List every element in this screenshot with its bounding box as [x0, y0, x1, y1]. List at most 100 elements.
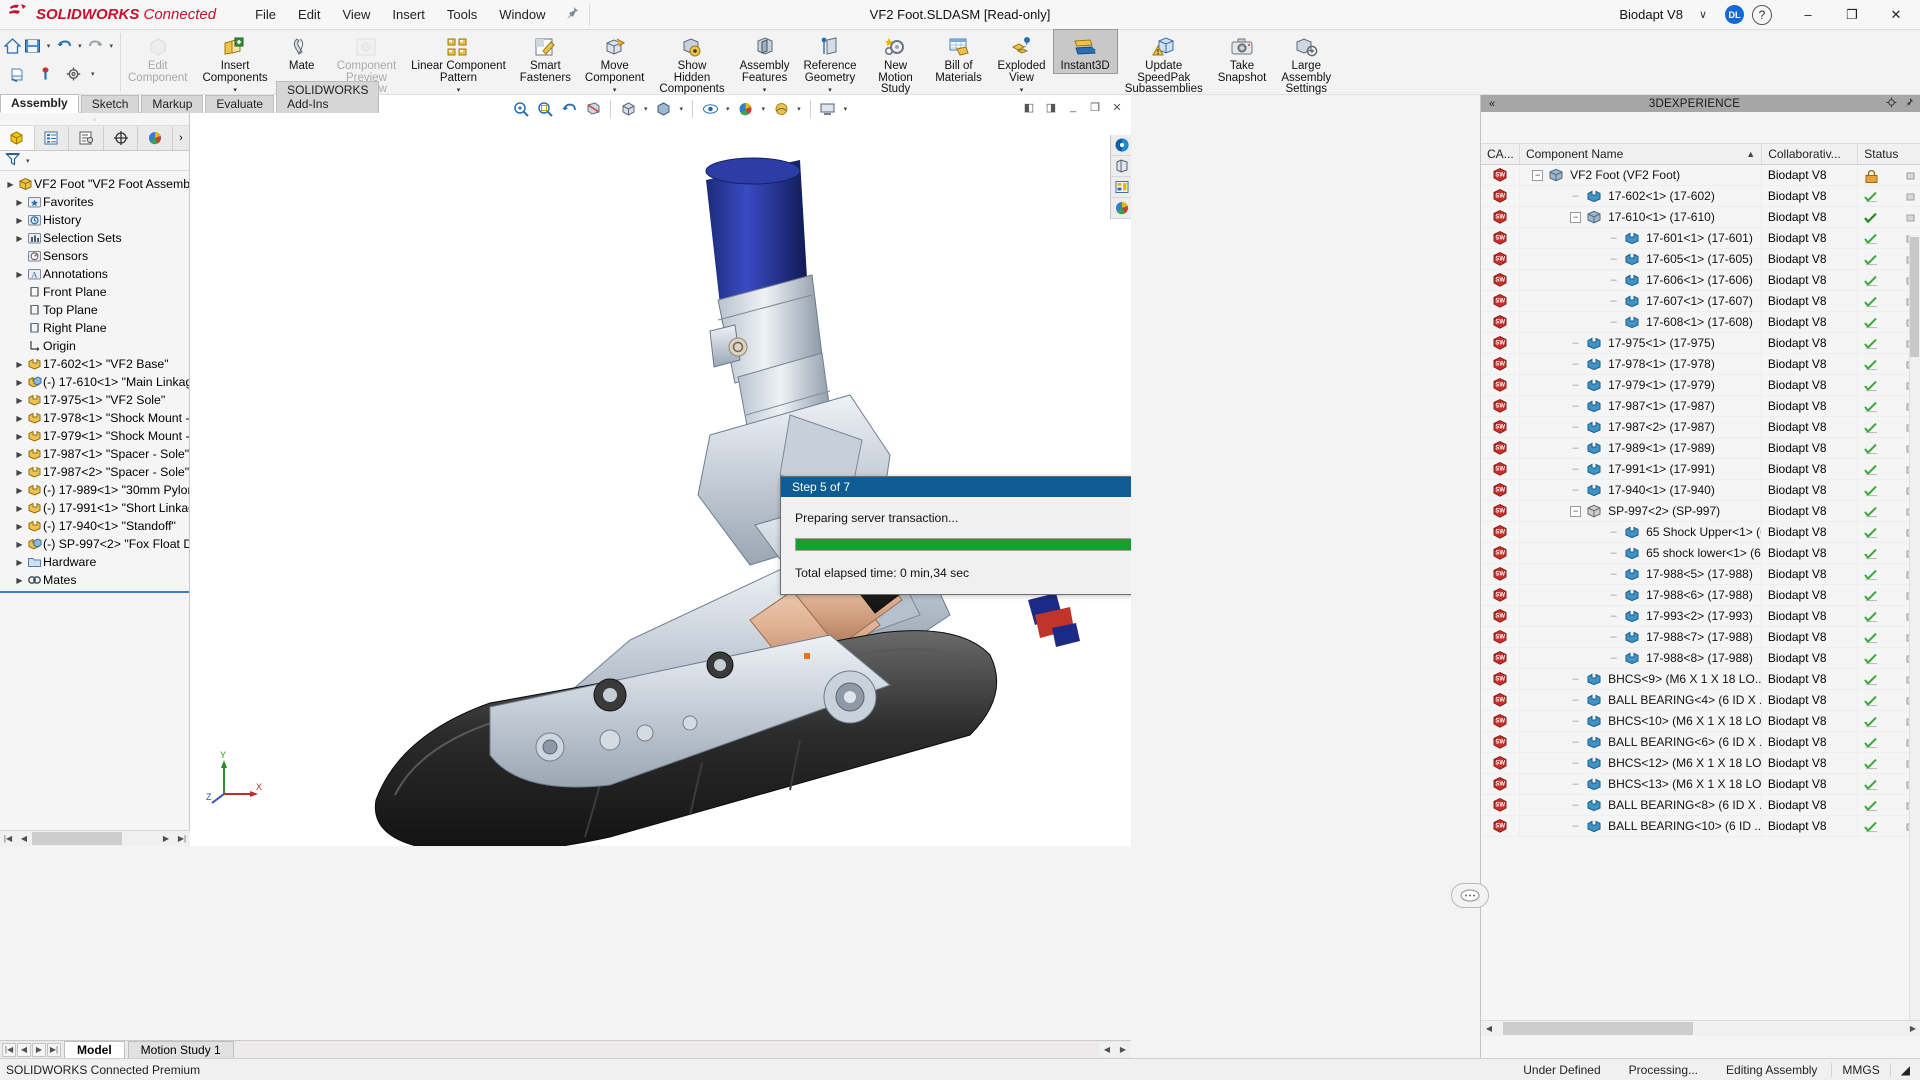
ribbon-button-reference-geometry[interactable]: Reference Geometry▾: [796, 30, 863, 97]
feature-tree-item[interactable]: ▶17-979<1> "Shock Mount - Lower: [2, 427, 189, 445]
ribbon-button-move-component[interactable]: Move Component▾: [578, 30, 651, 97]
tree-expand-icon[interactable]: ▶: [13, 234, 26, 243]
tree-expand-icon[interactable]: ▶: [13, 504, 26, 513]
scene-icon[interactable]: [770, 98, 792, 120]
ribbon-button-take-snapshot[interactable]: Take Snapshot: [1211, 30, 1274, 84]
menu-insert[interactable]: Insert: [381, 3, 436, 26]
section-view-icon[interactable]: [582, 98, 604, 120]
tree-expand-icon[interactable]: ▶: [13, 432, 26, 441]
scroll-last-icon[interactable]: ▶|: [174, 831, 190, 846]
appearances-caret-icon[interactable]: ▾: [759, 105, 769, 113]
component-name-cell[interactable]: −SP-997<2> (SP-997): [1520, 501, 1762, 522]
component-name-cell[interactable]: –17-940<1> (17-940): [1520, 480, 1762, 501]
column-header-collaborative-space[interactable]: Collaborativ...: [1762, 144, 1858, 165]
component-table-row[interactable]: SW–17-601<1> (17-601)Biodapt V8: [1481, 228, 1920, 249]
ribbon-button-large-assembly-settings[interactable]: Large Assembly Settings: [1274, 30, 1338, 96]
component-table-row[interactable]: SW–17-979<1> (17-979)Biodapt V8: [1481, 375, 1920, 396]
dimxpert-manager-tab[interactable]: [104, 126, 139, 150]
pin-icon[interactable]: [565, 6, 579, 23]
component-table-row[interactable]: SW–BALL BEARING<10> (6 ID ...Biodapt V8: [1481, 816, 1920, 837]
undo-dropdown-caret[interactable]: ▾: [75, 42, 85, 50]
panel-scroll-left-icon[interactable]: ◀: [1481, 1021, 1497, 1036]
tree-expand-icon[interactable]: ▶: [13, 396, 26, 405]
undo-icon[interactable]: [55, 34, 73, 58]
feature-tree-item[interactable]: ▶17-987<1> "Spacer - Sole": [2, 445, 189, 463]
appearances-pane-icon[interactable]: [1111, 198, 1131, 219]
feature-tree-item[interactable]: ▶Top Plane: [2, 301, 189, 319]
component-name-cell[interactable]: –17-605<1> (17-605): [1520, 249, 1762, 270]
component-table-row[interactable]: SW–17-988<5> (17-988)Biodapt V8: [1481, 564, 1920, 585]
document-close-icon[interactable]: ✕: [1107, 97, 1127, 117]
ribbon-button-bill-of-materials[interactable]: Bill of Materials: [928, 30, 990, 84]
component-name-cell[interactable]: –17-988<6> (17-988): [1520, 585, 1762, 606]
tree-expand-icon[interactable]: ▶: [13, 216, 26, 225]
tree-expand-icon[interactable]: ▶: [13, 540, 26, 549]
row-expand-icon[interactable]: −: [1532, 170, 1543, 181]
component-table-row[interactable]: SW–BALL BEARING<4> (6 ID X ...Biodapt V8: [1481, 690, 1920, 711]
row-expand-icon[interactable]: −: [1570, 506, 1581, 517]
component-name-cell[interactable]: –BHCS<9> (M6 X 1 X 18 LO...: [1520, 669, 1762, 690]
options-icon[interactable]: [60, 62, 86, 86]
filter-caret-icon[interactable]: ▾: [23, 157, 33, 165]
zoom-to-area-icon[interactable]: [534, 98, 556, 120]
component-table-row[interactable]: SW–BHCS<9> (M6 X 1 X 18 LO...Biodapt V8: [1481, 669, 1920, 690]
home-icon[interactable]: [4, 34, 22, 58]
component-table-row[interactable]: SW–17-978<1> (17-978)Biodapt V8: [1481, 354, 1920, 375]
assembly-3d-model[interactable]: [190, 95, 1131, 846]
display-style-icon[interactable]: [653, 98, 675, 120]
3dexperience-icon[interactable]: [1111, 135, 1131, 156]
scroll-right-icon[interactable]: ▶: [158, 831, 174, 846]
component-table-row[interactable]: SW−17-610<1> (17-610)Biodapt V8: [1481, 207, 1920, 228]
ribbon-button-show-hidden-components[interactable]: Show Hidden Components: [652, 30, 731, 96]
component-name-cell[interactable]: –17-988<5> (17-988): [1520, 564, 1762, 585]
feature-tree-item[interactable]: ▶(-) 17-610<1> "Main Linkage Asse: [2, 373, 189, 391]
menu-window[interactable]: Window: [488, 3, 556, 26]
menu-file[interactable]: File: [244, 3, 287, 26]
column-header-component-name[interactable]: Component Name ▲: [1520, 144, 1762, 165]
prev-tab-icon[interactable]: ◀: [17, 1043, 31, 1057]
previous-view-icon[interactable]: [558, 98, 580, 120]
component-table-row[interactable]: SW–17-608<1> (17-608)Biodapt V8: [1481, 312, 1920, 333]
restore-down-right-icon[interactable]: ◨: [1041, 97, 1061, 117]
next-tab-icon[interactable]: ▶: [32, 1043, 46, 1057]
component-name-cell[interactable]: –17-989<1> (17-989): [1520, 438, 1762, 459]
property-manager-tab[interactable]: [35, 126, 70, 150]
view-settings-caret-icon[interactable]: ▾: [841, 105, 851, 113]
component-table-row[interactable]: SW–17-605<1> (17-605)Biodapt V8: [1481, 249, 1920, 270]
component-table-row[interactable]: SW–17-975<1> (17-975)Biodapt V8: [1481, 333, 1920, 354]
print-icon[interactable]: [4, 62, 30, 86]
feature-tree-item[interactable]: ▶(-) 17-940<1> "Standoff": [2, 517, 189, 535]
minimize-button[interactable]: –: [1786, 0, 1830, 29]
pin-panel-icon[interactable]: [1903, 97, 1914, 111]
component-name-cell[interactable]: –17-608<1> (17-608): [1520, 312, 1762, 333]
tree-expand-icon[interactable]: ▶: [13, 270, 26, 279]
configuration-manager-tab[interactable]: [69, 126, 104, 150]
last-tab-icon[interactable]: ▶|: [47, 1043, 61, 1057]
scene-caret-icon[interactable]: ▾: [794, 105, 804, 113]
component-name-cell[interactable]: –17-991<1> (17-991): [1520, 459, 1762, 480]
settings-gear-icon[interactable]: [1886, 97, 1897, 111]
feature-tree-item[interactable]: ▶Sensors: [2, 247, 189, 265]
panel-hscrollbar[interactable]: ◀ ▶: [1481, 1020, 1920, 1036]
component-name-cell[interactable]: –BALL BEARING<6> (6 ID X ...: [1520, 732, 1762, 753]
panel-splitter-handle[interactable]: ◦: [0, 113, 189, 126]
redo-dropdown-caret[interactable]: ▾: [106, 42, 116, 50]
document-tab-scrollbar[interactable]: ◀ ▶: [1099, 1041, 1131, 1059]
tab-assembly[interactable]: Assembly: [0, 94, 79, 113]
tabbar-scroll-left-icon[interactable]: ◀: [1099, 1042, 1115, 1057]
3dexperience-panel-toolbar[interactable]: [1481, 112, 1920, 144]
component-name-cell[interactable]: –17-978<1> (17-978): [1520, 354, 1762, 375]
component-name-cell[interactable]: –17-987<2> (17-987): [1520, 417, 1762, 438]
row-expand-icon[interactable]: −: [1570, 212, 1581, 223]
tree-expand-icon[interactable]: ▶: [13, 450, 26, 459]
tab-model[interactable]: Model: [64, 1041, 125, 1058]
menu-tools[interactable]: Tools: [436, 3, 488, 26]
component-table-row[interactable]: SW–17-987<1> (17-987)Biodapt V8: [1481, 396, 1920, 417]
component-name-cell[interactable]: –17-993<2> (17-993): [1520, 606, 1762, 627]
component-table-row[interactable]: SW–17-989<1> (17-989)Biodapt V8: [1481, 438, 1920, 459]
feature-tree-item[interactable]: ▶Origin: [2, 337, 189, 355]
feature-tree-item[interactable]: ▶Front Plane: [2, 283, 189, 301]
component-table-row[interactable]: SW–17-993<2> (17-993)Biodapt V8: [1481, 606, 1920, 627]
menu-view[interactable]: View: [331, 3, 381, 26]
component-name-cell[interactable]: –BHCS<12> (M6 X 1 X 18 LO...: [1520, 753, 1762, 774]
